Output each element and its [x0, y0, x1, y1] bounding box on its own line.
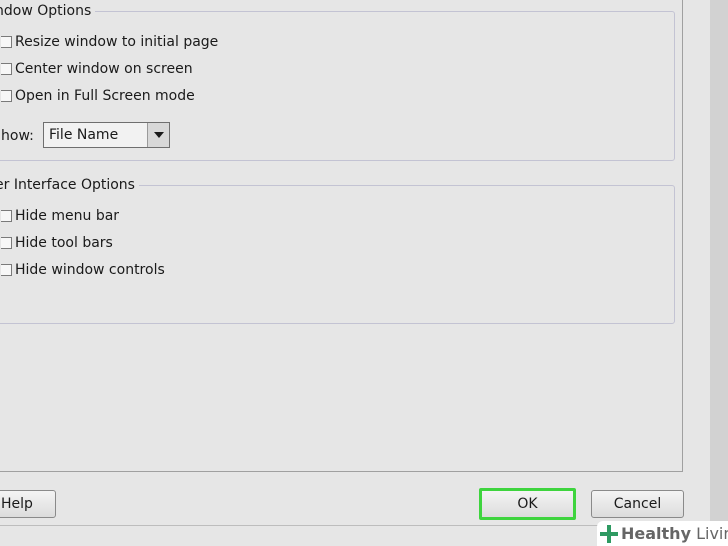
- option-hide-tool-bars[interactable]: Hide tool bars: [1, 234, 113, 252]
- window-edge: [710, 0, 728, 546]
- option-full-screen[interactable]: Open in Full Screen mode: [1, 87, 195, 105]
- option-label: Hide tool bars: [15, 235, 113, 251]
- chevron-down-icon[interactable]: [147, 123, 169, 147]
- window-options-group: ndow Options Resize window to initial pa…: [0, 2, 675, 161]
- watermark-brand-light: Living: [696, 524, 728, 543]
- hide-tool-bars-checkbox[interactable]: [1, 237, 12, 249]
- show-select-value: File Name: [49, 127, 119, 143]
- option-label: Resize window to initial page: [15, 34, 219, 50]
- hide-window-controls-checkbox[interactable]: [1, 264, 12, 276]
- option-center-window[interactable]: Center window on screen: [1, 60, 193, 78]
- help-button[interactable]: Help: [0, 490, 56, 518]
- full-screen-checkbox[interactable]: [1, 90, 12, 102]
- option-hide-window-controls[interactable]: Hide window controls: [1, 261, 165, 279]
- ui-options-group: er Interface Options Hide menu bar Hide …: [0, 176, 675, 324]
- show-select[interactable]: File Name: [43, 122, 170, 148]
- center-window-checkbox[interactable]: [1, 63, 12, 75]
- window-options-title: ndow Options: [0, 2, 96, 20]
- show-label: how:: [1, 128, 34, 144]
- ok-button[interactable]: OK: [479, 488, 576, 520]
- watermark-brand-bold: Healthy: [621, 524, 691, 543]
- option-resize-window[interactable]: Resize window to initial page: [1, 33, 218, 51]
- option-label: Hide menu bar: [15, 208, 120, 224]
- option-hide-menu-bar[interactable]: Hide menu bar: [1, 207, 119, 225]
- resize-window-checkbox[interactable]: [1, 36, 12, 48]
- option-label: Center window on screen: [15, 61, 193, 77]
- options-panel: ndow Options Resize window to initial pa…: [0, 0, 683, 472]
- ui-options-title: er Interface Options: [0, 176, 139, 194]
- hide-menu-bar-checkbox[interactable]: [1, 210, 12, 222]
- cross-icon: [599, 524, 619, 544]
- option-label: Open in Full Screen mode: [15, 88, 195, 104]
- preferences-dialog: ndow Options Resize window to initial pa…: [0, 0, 728, 546]
- watermark: Healthy Living: [597, 521, 728, 546]
- watermark-text: Healthy Living: [621, 524, 728, 543]
- option-label: Hide window controls: [15, 262, 165, 278]
- cancel-button[interactable]: Cancel: [591, 490, 684, 518]
